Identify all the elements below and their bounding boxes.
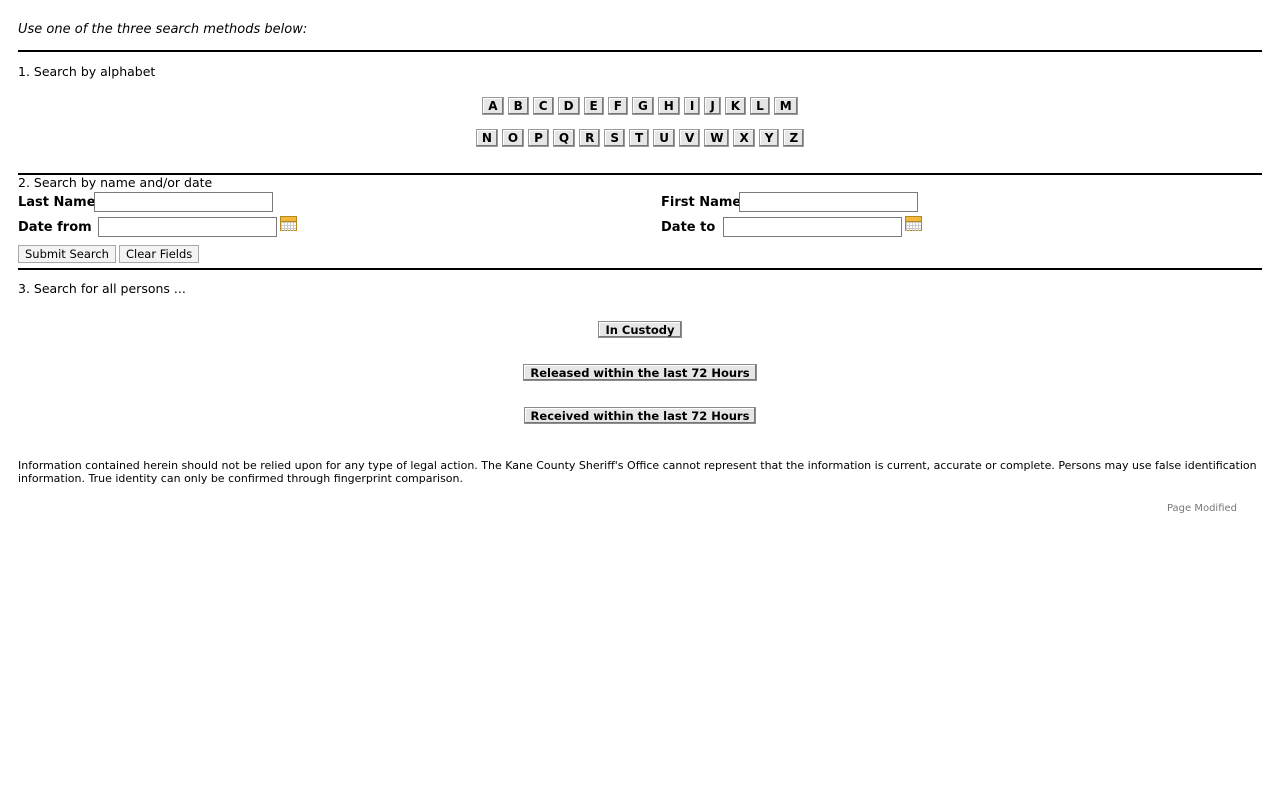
letter-button-h[interactable]: H <box>657 97 680 115</box>
letter-button-e[interactable]: E <box>583 97 604 115</box>
section-alphabet-title: 1. Search by alphabet <box>18 64 156 79</box>
letter-button-m[interactable]: M <box>773 97 798 115</box>
intro-text: Use one of the three search methods belo… <box>18 22 308 37</box>
last-name-label: Last Name <box>18 195 96 210</box>
page-modified-text: Page Modified <box>1166 503 1237 514</box>
letter-button-v[interactable]: V <box>678 129 701 147</box>
letter-button-w[interactable]: W <box>704 129 730 147</box>
in-custody-button[interactable]: In Custody <box>598 321 682 338</box>
letter-button-o[interactable]: O <box>501 129 525 147</box>
date-from-field[interactable] <box>98 217 277 237</box>
letter-button-n[interactable]: N <box>475 129 498 147</box>
released-wrap: Released within the last 72 Hours <box>0 364 1280 381</box>
first-name-label: First Name <box>661 195 742 210</box>
received-wrap: Received within the last 72 Hours <box>0 407 1280 424</box>
letter-button-j[interactable]: J <box>704 97 721 115</box>
section-name-date-title: 2. Search by name and/or date <box>18 175 213 190</box>
received-72h-button[interactable]: Received within the last 72 Hours <box>523 407 757 424</box>
letter-button-x[interactable]: X <box>733 129 755 147</box>
letter-button-a[interactable]: A <box>482 97 504 115</box>
first-name-field[interactable] <box>739 192 918 212</box>
date-to-field[interactable] <box>723 217 902 237</box>
submit-search-button[interactable]: Submit Search <box>18 245 116 263</box>
last-name-field[interactable] <box>94 192 273 212</box>
letter-button-q[interactable]: Q <box>552 129 576 147</box>
alphabet-row-2: NOPQRSTUVWXYZ <box>0 129 1280 147</box>
letter-button-i[interactable]: I <box>683 97 701 115</box>
calendar-icon[interactable] <box>280 216 297 231</box>
alphabet-row-1: ABCDEFGHIJKLM <box>0 97 1280 115</box>
letter-button-f[interactable]: F <box>607 97 628 115</box>
letter-button-s[interactable]: S <box>604 129 625 147</box>
letter-button-l[interactable]: L <box>750 97 770 115</box>
divider <box>18 50 1262 52</box>
letter-button-g[interactable]: G <box>631 97 654 115</box>
divider <box>18 268 1262 270</box>
letter-button-b[interactable]: B <box>507 97 529 115</box>
clear-fields-button[interactable]: Clear Fields <box>119 245 200 263</box>
calendar-icon[interactable] <box>905 216 922 231</box>
letter-button-y[interactable]: Y <box>758 129 780 147</box>
date-from-label: Date from <box>18 220 92 235</box>
section-all-persons-title: 3. Search for all persons ... <box>18 281 186 296</box>
released-72h-button[interactable]: Released within the last 72 Hours <box>523 364 757 381</box>
date-to-label: Date to <box>661 220 716 235</box>
letter-button-k[interactable]: K <box>724 97 747 115</box>
letter-button-t[interactable]: T <box>629 129 650 147</box>
in-custody-wrap: In Custody <box>0 321 1280 338</box>
letter-button-r[interactable]: R <box>579 129 601 147</box>
disclaimer-text: Information contained herein should not … <box>18 459 1257 485</box>
letter-button-z[interactable]: Z <box>783 129 805 147</box>
letter-button-d[interactable]: D <box>557 97 580 115</box>
letter-button-p[interactable]: P <box>528 129 549 147</box>
letter-button-u[interactable]: U <box>653 129 675 147</box>
letter-button-c[interactable]: C <box>532 97 554 115</box>
